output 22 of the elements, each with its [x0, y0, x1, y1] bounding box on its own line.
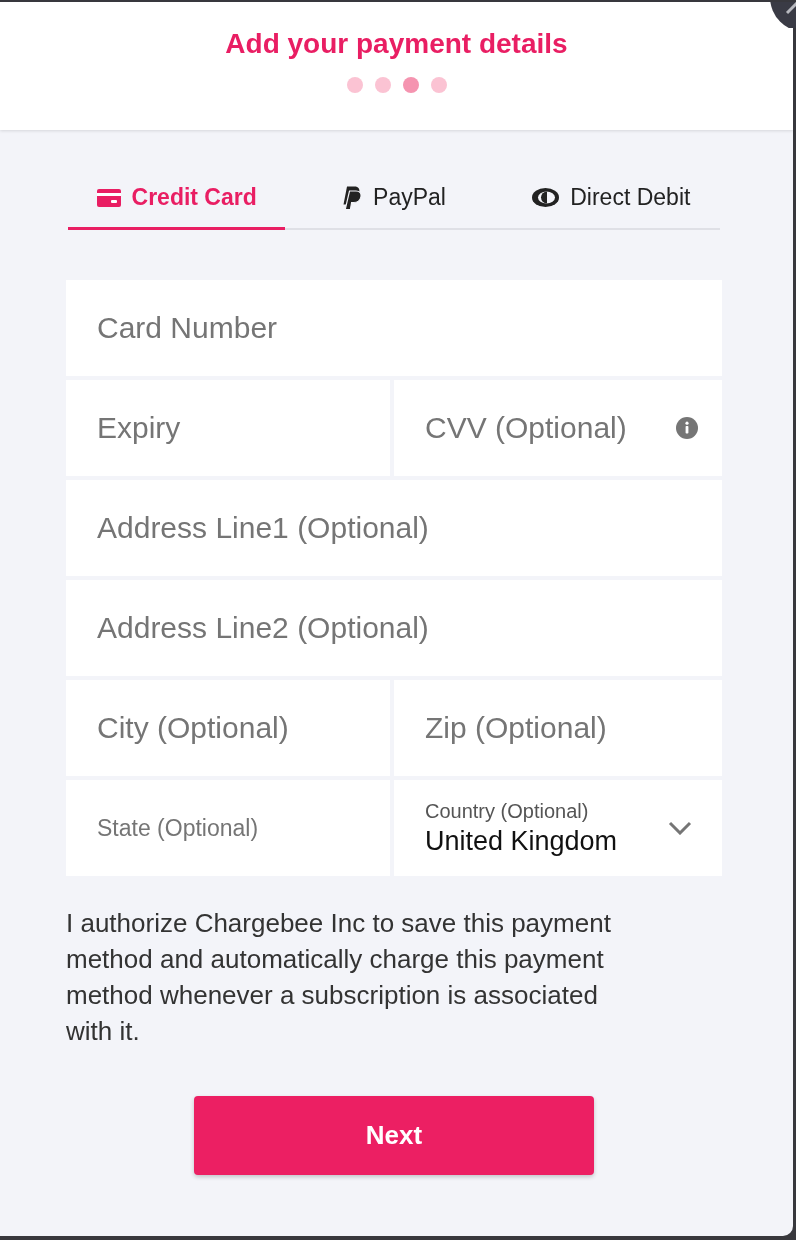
oval-logo-icon [532, 188, 560, 207]
input-field[interactable]: State (Optional) [66, 780, 390, 876]
input-field[interactable]: Address Line1 (Optional) [66, 480, 722, 576]
p-logo-icon [342, 185, 363, 210]
authorization-text: I authorize Chargebee Inc to save this payment method and automatically charge this payment method whenever a subscription is associated with it. [66, 907, 612, 1048]
payment-tab[interactable]: Credit Card [68, 168, 286, 230]
close-button[interactable] [769, 2, 796, 28]
next-button[interactable]: Next [194, 1096, 594, 1175]
input-field[interactable]: Address Line2 (Optional) [66, 580, 722, 676]
select-field[interactable]: Country (Optional) United Kingdom [394, 780, 722, 876]
info-icon [676, 417, 698, 439]
credit-card-icon [96, 188, 121, 207]
input-field[interactable]: Expiry [66, 380, 390, 476]
input-field[interactable]: City (Optional) [66, 680, 390, 776]
chevron-down-icon [668, 821, 692, 835]
payment-tab[interactable]: Direct Debit [502, 168, 720, 230]
info-button[interactable] [668, 380, 722, 476]
payment-tab[interactable]: PayPal [285, 168, 503, 230]
input-field[interactable]: Card Number [66, 280, 722, 376]
modal-title: Add your payment details [225, 27, 568, 61]
input-field[interactable]: CVV (Optional) [394, 380, 668, 476]
input-field[interactable]: Zip (Optional) [394, 680, 722, 776]
